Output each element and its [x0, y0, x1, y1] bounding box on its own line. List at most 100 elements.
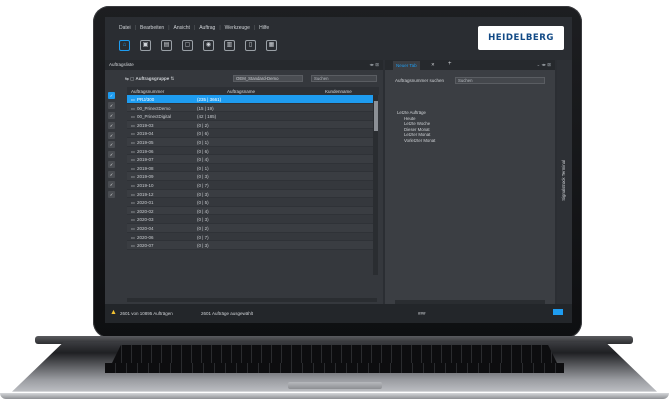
filter-checkbox[interactable]: ✓	[108, 92, 115, 99]
laptop-foot	[0, 393, 669, 399]
filter-bar: ⇆ ▢ Auftragsgruppe ⇅ OEM_Standard-Demo S…	[121, 74, 379, 84]
tree-item[interactable]: Vorletzter Monat	[397, 138, 435, 144]
filter-checkbox[interactable]: ✓	[108, 141, 115, 149]
group-name: 2020-02	[137, 208, 154, 214]
group-count: (0 | 3)	[197, 191, 209, 197]
menu-item[interactable]: Hilfe	[259, 25, 269, 31]
group-name: 2019-03	[137, 122, 154, 128]
table-row[interactable]: ▭ 2019-12 (0 | 3)	[127, 189, 373, 199]
detail-panel: Neuer Tab ✕ + ⌄ ◂▸ ⊠ Auftragsnummer such…	[385, 60, 555, 304]
group-name: 2020-01	[137, 200, 154, 206]
filter-checkbox[interactable]: ✓	[108, 161, 115, 169]
camera-icon[interactable]: ◉	[203, 40, 214, 51]
menu-bar: Datei | Bearbeiten | Ansicht | Auftrag | Werkzeu…	[119, 25, 269, 31]
column-header-job-name[interactable]: Auftragsname	[227, 89, 255, 94]
filter-checkbox[interactable]: ✓	[108, 101, 115, 109]
table-row[interactable]: ▭ 2019-09 (0 | 3)	[127, 172, 373, 181]
group-count: (0 | 3)	[197, 174, 209, 180]
group-count: (0 | 4)	[197, 157, 209, 163]
menu-item[interactable]: Bearbeiten	[140, 25, 164, 31]
column-header: Auftragsnummer Auftragsname Kundenname	[127, 87, 379, 95]
filter-checkbox[interactable]: ✓	[108, 171, 115, 179]
table-row[interactable]: ▭ 2020-06 (0 | 7)	[127, 233, 373, 242]
menu-item[interactable]: Auftrag	[199, 25, 215, 31]
table-row[interactable]: ▭ 00_PrinectDigital (42 | 185)	[127, 112, 373, 121]
top-bar: Datei | Bearbeiten | Ansicht | Auftrag | Werkzeu…	[105, 17, 572, 60]
menu-separator: |	[134, 25, 136, 31]
group-count: (0 | 7)	[197, 182, 209, 188]
table-row[interactable]: ▭ 2020-01 (0 | 5)	[127, 198, 373, 207]
selected-count: 2601 Aufträge ausgewählt	[201, 311, 254, 316]
folder-icon: ▭	[131, 157, 135, 163]
filter-checkbox[interactable]: ✓	[108, 190, 115, 198]
group-count: (0 | 4)	[197, 208, 209, 214]
close-icon[interactable]: ✕	[431, 62, 435, 68]
side-strip: Signalstrock Terminal	[557, 60, 572, 304]
group-name: 2019-05	[137, 139, 154, 145]
group-name: 00_PrinectDigital	[137, 114, 172, 120]
horizontal-scrollbar[interactable]	[127, 298, 377, 302]
menu-item[interactable]: Werkzeuge	[225, 25, 250, 31]
table-row[interactable]: ▭ 2020-07 (0 | 3)	[127, 241, 373, 250]
table-row[interactable]: ▭ 00_PrinectDemo (15 | 19)	[127, 103, 373, 113]
table-row[interactable]: ▭ 2019-06 (0 | 6)	[127, 147, 373, 156]
calendar-icon[interactable]: ▦	[266, 40, 277, 51]
keyboard-row	[112, 345, 557, 363]
table-row[interactable]: ▭ 2020-04 (0 | 2)	[127, 223, 373, 233]
page-icon[interactable]: ▯	[245, 40, 256, 51]
recent-jobs-tree: Letzte Aufträge Heute Letzte Woche Dieser M…	[397, 110, 435, 144]
table-row[interactable]: ▭ 2019-07 (0 | 4)	[127, 155, 373, 164]
group-name: 2019-12	[137, 191, 154, 197]
tab-new[interactable]: Neuer Tab	[393, 61, 420, 70]
table-row[interactable]: ▭ 2019-10 (0 | 7)	[127, 181, 373, 190]
home-icon[interactable]: ⌂	[119, 40, 130, 51]
panel-controls-icon[interactable]: ◂▸ ⊠	[369, 60, 379, 70]
side-label[interactable]: Signalstrock Terminal	[561, 160, 566, 201]
menu-separator: |	[253, 25, 256, 31]
panel-controls-icon[interactable]: ⌄ ◂▸ ⊠	[536, 62, 551, 68]
folder-icon: ▭	[131, 122, 135, 128]
menu-item[interactable]: Datei	[119, 25, 131, 31]
filter-checkbox[interactable]: ✓	[108, 111, 115, 119]
column-header-job-number[interactable]: Auftragsnummer	[131, 89, 164, 94]
filter-checkbox[interactable]: ✓	[108, 121, 115, 129]
filter-checkbox[interactable]: ✓	[108, 131, 115, 139]
scroll-thumb[interactable]	[373, 101, 378, 131]
table-row[interactable]: ▭ 2019-04 (0 | 6)	[127, 129, 373, 138]
briefcase-icon[interactable]: ▣	[140, 40, 151, 51]
table-row[interactable]: ▭ 2019-08 (0 | 1)	[127, 164, 373, 173]
group-dropdown[interactable]: OEM_Standard-Demo	[233, 75, 303, 82]
table-row[interactable]: ▭ PRJ/300 (235 | 3661)	[127, 95, 373, 104]
toolbar: ⌂ ▣ ▤ ▢ ◉ ▥ ▯ ▦	[119, 40, 277, 51]
table-row[interactable]: ▭ 2020-03 (0 | 3)	[127, 215, 373, 224]
table-row[interactable]: ▭ 2020-02 (0 | 4)	[127, 206, 373, 216]
job-number-input[interactable]: Suchen	[455, 77, 545, 84]
group-name: 2020-03	[137, 217, 154, 223]
folder-icon: ▭	[131, 165, 135, 171]
group-count: (235 | 3661)	[197, 97, 222, 102]
group-name: 2019-10	[137, 182, 154, 188]
notification-icon[interactable]	[553, 309, 563, 315]
table-row[interactable]: ▭ 2019-05 (0 | 1)	[127, 137, 373, 147]
folder-icon: ▭	[131, 217, 135, 223]
group-count: (42 | 185)	[197, 114, 217, 120]
group-name: 2019-09	[137, 174, 154, 180]
box-icon[interactable]: ▢	[182, 40, 193, 51]
group-name: 2020-06	[137, 234, 154, 240]
filter-checkbox[interactable]: ✓	[108, 181, 115, 189]
vertical-scrollbar[interactable]	[373, 95, 378, 275]
document-icon[interactable]: ▤	[161, 40, 172, 51]
search-input[interactable]: Suchen	[311, 75, 377, 82]
group-count: (0 | 2)	[197, 122, 209, 128]
job-groups-list: ▭ PRJ/300 (235 | 3661) ▭ 00_PrinectDemo (15 |…	[127, 95, 373, 250]
folder-icon: ▭	[131, 114, 135, 120]
add-tab-icon[interactable]: +	[448, 61, 452, 67]
printer-icon[interactable]: ▥	[224, 40, 235, 51]
table-row[interactable]: ▭ 2019-03 (0 | 2)	[127, 120, 373, 130]
column-header-customer[interactable]: Kundenname	[325, 89, 352, 94]
folder-icon: ▭	[131, 225, 135, 231]
menu-item[interactable]: Ansicht	[174, 25, 190, 31]
group-name: PRJ/300	[137, 97, 155, 102]
filter-checkbox[interactable]: ✓	[108, 151, 115, 159]
folder-icon: ▭	[131, 131, 135, 137]
